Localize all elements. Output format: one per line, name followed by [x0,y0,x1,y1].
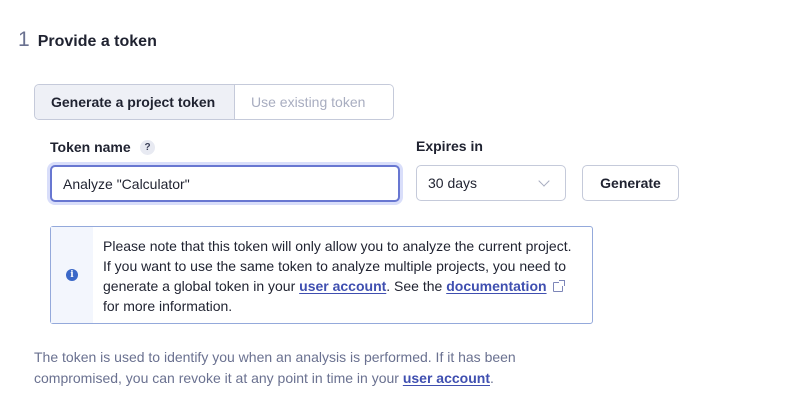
notice-text-part-3: for more information. [103,298,233,314]
footnote-tail: . [489,370,494,386]
generate-button[interactable]: Generate [582,165,679,201]
footnote: The token is used to identify you when a… [34,347,574,389]
external-link-icon [552,280,565,292]
notice-text: Please note that this token will only al… [103,236,581,316]
expires-in-label: Expires in [416,138,483,154]
token-name-label: Token name [50,139,131,155]
notice-text-part-2: . See the [386,278,447,294]
documentation-link[interactable]: documentation [446,278,546,294]
info-icon: i [66,269,78,281]
chevron-down-icon [538,175,550,187]
step-number: 1 [18,28,30,51]
user-account-link[interactable]: user account [299,278,386,294]
provide-token-section: 1 Provide a token Generate a project tok… [0,0,805,407]
token-mode-toggle: Generate a project token Use existing to… [34,84,394,120]
expires-in-select[interactable]: 30 days [416,165,566,201]
info-notice: i Please note that this token will only … [50,226,593,324]
use-existing-token-tab[interactable]: Use existing token [235,85,393,119]
expires-in-value: 30 days [428,175,478,191]
step-title: Provide a token [37,33,157,50]
step-heading: 1 Provide a token [18,28,157,52]
footnote-user-account-link[interactable]: user account [403,370,490,386]
generate-project-token-tab[interactable]: Generate a project token [35,85,235,119]
token-name-input[interactable] [50,165,400,202]
help-icon[interactable]: ? [140,140,155,155]
